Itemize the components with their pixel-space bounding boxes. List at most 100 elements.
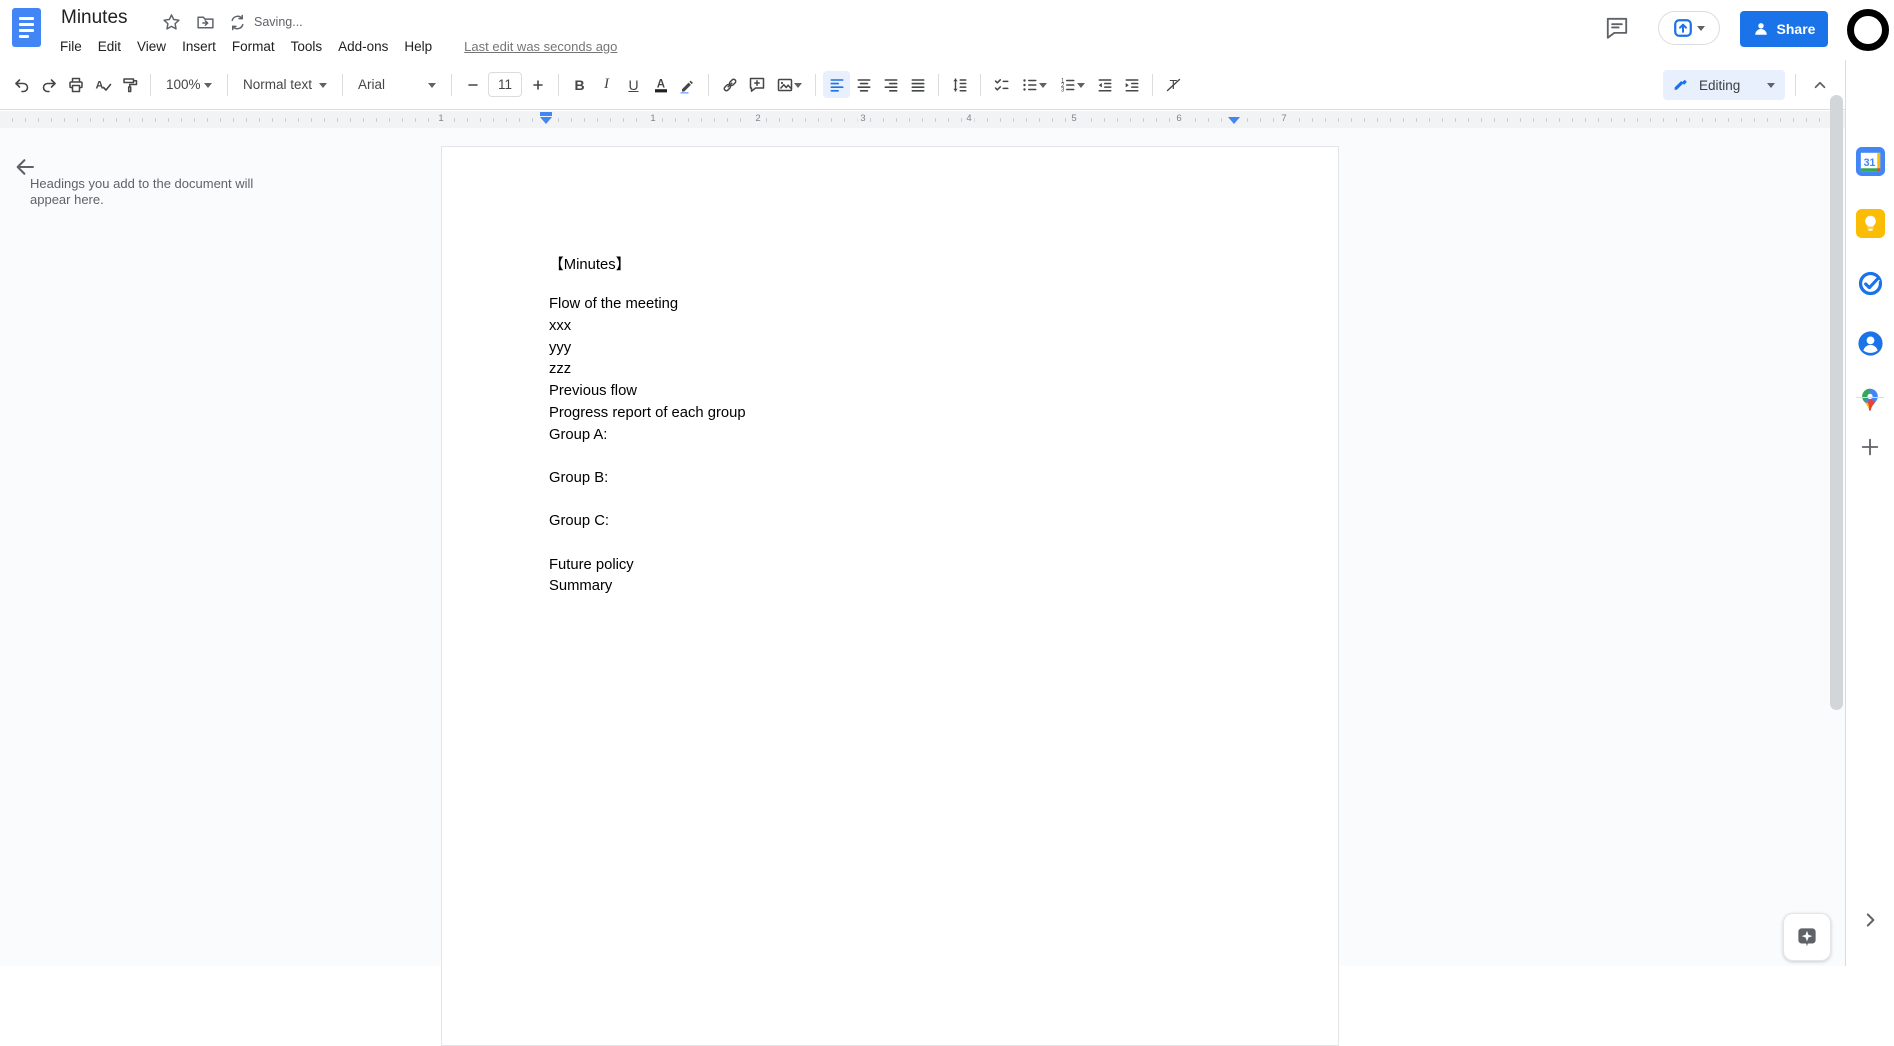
menu-addons[interactable]: Add-ons — [330, 36, 396, 57]
show-side-panel-icon[interactable] — [1853, 903, 1887, 937]
toolbar-divider — [150, 73, 151, 96]
font-select[interactable]: Arial — [350, 71, 444, 98]
chevron-down-icon — [794, 82, 802, 92]
google-calendar-icon[interactable]: 31 — [1853, 144, 1887, 178]
menu-file[interactable]: File — [52, 36, 90, 57]
zoom-select[interactable]: 100% — [158, 71, 220, 98]
document-title[interactable]: Minutes — [61, 7, 128, 29]
google-docs-logo-icon[interactable] — [12, 8, 41, 47]
document-line[interactable] — [549, 492, 1239, 514]
document-line[interactable] — [549, 275, 1239, 297]
align-left-button[interactable] — [823, 71, 850, 98]
star-icon[interactable] — [160, 11, 182, 33]
increase-font-size-icon[interactable] — [524, 71, 551, 98]
toolbar-divider — [1795, 74, 1796, 96]
justify-button[interactable] — [904, 71, 931, 98]
ruler-number: 2 — [752, 113, 764, 124]
open-comments-icon[interactable] — [1604, 15, 1632, 43]
document-line[interactable]: zzz — [549, 361, 1239, 383]
document-line[interactable]: Progress report of each group — [549, 405, 1239, 427]
spelling-check-icon[interactable]: A — [89, 71, 116, 98]
underline-button[interactable]: U — [620, 71, 647, 98]
menu-edit[interactable]: Edit — [90, 36, 129, 57]
insert-link-icon[interactable] — [716, 71, 743, 98]
redo-icon[interactable] — [35, 71, 62, 98]
add-comment-icon[interactable] — [743, 71, 770, 98]
document-line[interactable]: Group B: — [549, 470, 1239, 492]
align-right-button[interactable] — [877, 71, 904, 98]
insert-image-icon[interactable] — [770, 71, 808, 98]
font-size-input[interactable]: 11 — [488, 72, 522, 97]
paint-format-icon[interactable] — [116, 71, 143, 98]
decrease-indent-icon[interactable] — [1091, 71, 1118, 98]
ruler[interactable]: 1 1 2 3 4 5 6 7 — [0, 111, 1845, 128]
ruler-number: 7 — [1278, 113, 1290, 124]
document-page[interactable]: 【Minutes】 Flow of the meeting xxx yyy zz… — [441, 146, 1339, 1046]
sync-saving-icon — [226, 11, 248, 33]
italic-button[interactable]: I — [593, 71, 620, 98]
toolbar-divider — [227, 73, 228, 96]
document-line[interactable] — [549, 448, 1239, 470]
increase-indent-icon[interactable] — [1118, 71, 1145, 98]
menu-insert[interactable]: Insert — [174, 36, 224, 57]
ruler-number: 1 — [435, 113, 447, 124]
numbered-list-icon[interactable]: 1 2 3 — [1053, 71, 1091, 98]
text-color-button[interactable]: A — [647, 71, 674, 98]
google-tasks-icon[interactable] — [1853, 266, 1887, 300]
chevron-down-icon — [204, 82, 212, 92]
document-line[interactable]: xxx — [549, 318, 1239, 340]
get-add-ons-icon[interactable] — [1853, 430, 1887, 464]
share-button[interactable]: Share — [1740, 11, 1828, 47]
collapse-toolbar-icon[interactable] — [1806, 71, 1834, 99]
mode-label: Editing — [1699, 77, 1741, 93]
move-folder-icon[interactable] — [194, 11, 216, 33]
ruler-number: 1 — [647, 113, 659, 124]
document-line[interactable]: yyy — [549, 340, 1239, 362]
vertical-scrollbar[interactable] — [1830, 95, 1843, 710]
google-keep-icon[interactable] — [1853, 206, 1887, 240]
menu-format[interactable]: Format — [224, 36, 283, 57]
chevron-down-icon — [319, 82, 327, 92]
last-edit-link[interactable]: Last edit was seconds ago — [464, 39, 617, 54]
document-line[interactable]: Group C: — [549, 513, 1239, 535]
highlight-color-button[interactable] — [674, 71, 701, 98]
menu-help[interactable]: Help — [396, 36, 440, 57]
mode-select-editing[interactable]: Editing — [1663, 70, 1785, 100]
side-panel: 31 — [1845, 60, 1894, 966]
print-icon[interactable] — [62, 71, 89, 98]
document-line[interactable]: Group A: — [549, 427, 1239, 449]
right-indent-marker[interactable] — [1228, 117, 1240, 130]
line-spacing-icon[interactable] — [946, 71, 973, 98]
decrease-font-size-icon[interactable] — [459, 71, 486, 98]
document-line[interactable] — [549, 535, 1239, 557]
toolbar-divider — [558, 73, 559, 96]
document-line[interactable]: Summary — [549, 578, 1239, 600]
left-indent-marker[interactable] — [540, 117, 552, 130]
document-text: 【Minutes】 Flow of the meeting xxx yyy zz… — [549, 253, 1239, 600]
google-maps-icon[interactable] — [1853, 383, 1887, 417]
paragraph-style-select[interactable]: Normal text — [235, 71, 335, 98]
checklist-icon[interactable] — [988, 71, 1015, 98]
present-button[interactable] — [1658, 11, 1720, 45]
outline-placeholder-text: Headings you add to the document will ap… — [30, 176, 254, 207]
explore-button[interactable] — [1783, 913, 1831, 961]
clear-formatting-icon[interactable]: T — [1160, 71, 1187, 98]
toolbar-divider — [980, 73, 981, 96]
ruler-number: 4 — [963, 113, 975, 124]
menu-tools[interactable]: Tools — [283, 36, 331, 57]
google-contacts-icon[interactable] — [1853, 326, 1887, 360]
avatar[interactable] — [1847, 9, 1889, 51]
document-line[interactable]: 【Minutes】 — [549, 253, 1239, 275]
document-line[interactable]: Flow of the meeting — [549, 296, 1239, 318]
undo-icon[interactable] — [8, 71, 35, 98]
ruler-number: 5 — [1068, 113, 1080, 124]
document-line[interactable]: Future policy — [549, 557, 1239, 579]
bold-button[interactable]: B — [566, 71, 593, 98]
first-line-indent-marker[interactable] — [540, 112, 552, 116]
present-icon — [1674, 19, 1692, 37]
menu-view[interactable]: View — [129, 36, 174, 57]
align-center-button[interactable] — [850, 71, 877, 98]
toolbar-divider — [938, 73, 939, 96]
document-line[interactable]: Previous flow — [549, 383, 1239, 405]
bulleted-list-icon[interactable] — [1015, 71, 1053, 98]
